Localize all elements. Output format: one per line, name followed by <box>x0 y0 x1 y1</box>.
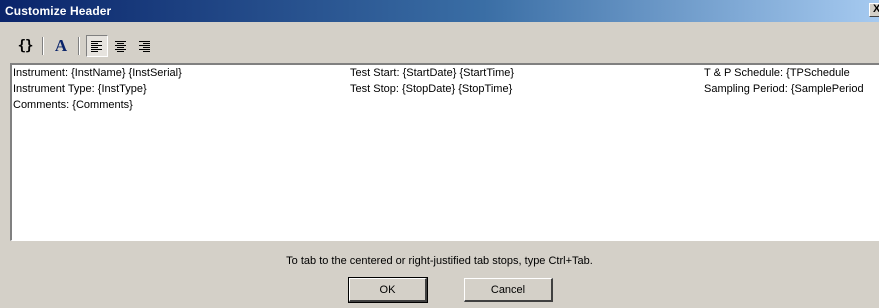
align-center-icon <box>115 41 126 52</box>
cancel-button-label: Cancel <box>490 283 526 296</box>
left-field: Instrument: {InstName} {InstSerial} <box>13 67 182 79</box>
customize-header-dialog: Customize Header X {} A Instrument: {Ins… <box>0 0 879 308</box>
cancel-button[interactable]: Cancel <box>464 278 553 302</box>
right-field: Sampling Period: {SamplePeriod <box>704 83 864 95</box>
dialog-title: Customize Header <box>5 4 112 18</box>
close-icon: X <box>873 3 879 15</box>
align-right-button[interactable] <box>134 35 156 57</box>
font-icon: A <box>54 36 68 55</box>
ok-button-label: OK <box>379 283 396 296</box>
toolbar-separator <box>78 37 80 55</box>
align-left-button[interactable] <box>86 35 108 57</box>
left-field: Instrument Type: {InstType} <box>13 83 147 95</box>
toolbar-separator <box>42 37 44 55</box>
editor-line-2: Instrument Type: {InstType} Test Stop: {… <box>12 82 879 96</box>
title-bar[interactable]: Customize Header X <box>0 0 879 22</box>
insert-field-button[interactable]: {} <box>12 35 38 57</box>
font-button[interactable]: A <box>50 35 72 57</box>
braces-icon: {} <box>17 38 34 54</box>
right-field: T & P Schedule: {TPSchedule <box>704 67 850 79</box>
left-field: Comments: {Comments} <box>13 99 133 111</box>
header-text-editor[interactable]: Instrument: {InstName} {InstSerial} Test… <box>10 63 879 241</box>
align-right-icon <box>139 41 150 52</box>
center-field: Test Start: {StartDate} {StartTime} <box>350 67 515 79</box>
center-field: Test Stop: {StopDate} {StopTime} <box>350 83 513 95</box>
tab-stop-hint: To tab to the centered or right-justifie… <box>286 255 593 267</box>
close-button[interactable]: X <box>869 3 879 17</box>
align-left-icon <box>91 41 102 52</box>
editor-line-3: Comments: {Comments} <box>12 98 879 112</box>
align-center-button[interactable] <box>110 35 132 57</box>
ok-button[interactable]: OK <box>348 277 428 303</box>
editor-line-1: Instrument: {InstName} {InstSerial} Test… <box>12 66 879 80</box>
